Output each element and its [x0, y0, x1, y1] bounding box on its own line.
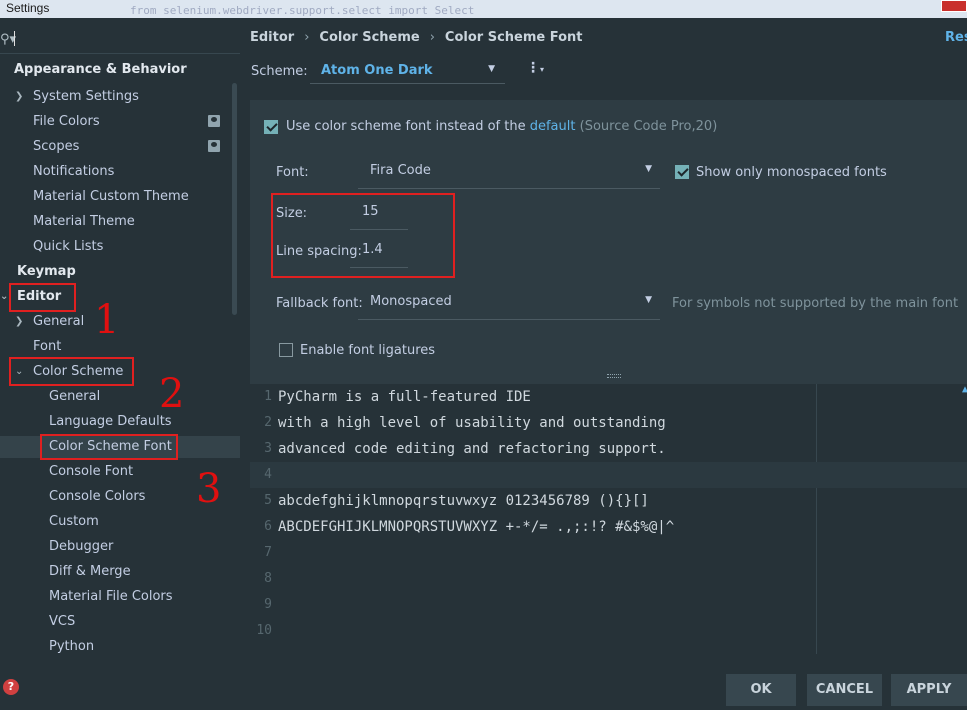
project-icon	[208, 140, 220, 152]
scheme-value: Atom One Dark	[321, 63, 433, 78]
more-options-icon[interactable]: ⋮▾	[526, 60, 544, 76]
preview-line-current: 4	[250, 462, 967, 488]
annotation-number-2: 2	[159, 371, 185, 417]
annotation-box-color-scheme	[9, 357, 134, 386]
close-button[interactable]	[941, 0, 967, 12]
breadcrumb-separator: ›	[429, 30, 435, 45]
tree-diff-merge[interactable]: Diff & Merge	[0, 561, 240, 583]
tree-quick-lists[interactable]: Quick Lists	[0, 236, 240, 258]
apply-button[interactable]: APPLY	[891, 674, 967, 706]
tree-material-theme[interactable]: Material Theme	[0, 211, 240, 233]
tree-language-defaults[interactable]: Language Defaults	[0, 411, 240, 433]
settings-content-panel: Editor › Color Scheme › Color Scheme Font Re…	[250, 18, 967, 710]
breadcrumb-color-scheme-font: Color Scheme Font	[444, 30, 583, 45]
tree-material-custom-theme[interactable]: Material Custom Theme	[0, 186, 240, 208]
breadcrumb-separator: ›	[304, 30, 310, 45]
chevron-right-icon: ❯	[15, 91, 24, 102]
preview-line: 10	[256, 623, 272, 638]
fallback-font-value: Monospaced	[370, 294, 452, 309]
ligatures-checkbox[interactable]	[279, 343, 293, 357]
reset-link[interactable]: Res	[945, 30, 967, 45]
scheme-dropdown[interactable]: Atom One Dark ▼	[310, 58, 505, 84]
chevron-right-icon: ❯	[15, 316, 24, 327]
tree-general[interactable]: ❯ General	[0, 311, 240, 333]
cancel-button[interactable]: CANCEL	[807, 674, 882, 706]
breadcrumb-editor: Editor	[250, 30, 295, 45]
window-title: Settings	[6, 1, 50, 15]
tree-appearance-behavior[interactable]: Appearance & Behavior	[0, 59, 240, 81]
preview-line: 1 PyCharm is a full-featured IDE	[264, 389, 531, 405]
project-icon	[208, 115, 220, 127]
show-monospaced-checkbox[interactable]	[675, 165, 689, 179]
tree-system-settings[interactable]: ❯ System Settings	[0, 86, 240, 108]
font-settings-panel: Use color scheme font instead of the def…	[250, 100, 967, 384]
ligatures-label: Enable font ligatures	[300, 343, 436, 358]
search-cursor	[14, 31, 15, 46]
splitter-handle[interactable]	[607, 374, 621, 378]
dropdown-arrow-icon: ▼	[488, 64, 495, 74]
preview-line: 9	[264, 597, 272, 612]
tree-cs-general[interactable]: General	[0, 386, 240, 408]
tree-python[interactable]: Python	[0, 636, 240, 658]
help-icon[interactable]: ?	[3, 679, 19, 695]
show-monospaced-label: Show only monospaced fonts	[696, 165, 887, 180]
preview-line: 8	[264, 571, 272, 586]
tree-custom[interactable]: Custom	[0, 511, 240, 533]
breadcrumb: Editor › Color Scheme › Color Scheme Font	[250, 30, 583, 45]
font-value: Fira Code	[370, 163, 431, 178]
tree-file-colors[interactable]: File Colors	[0, 111, 240, 133]
dropdown-arrow-icon: ▼	[645, 295, 652, 305]
tree-notifications[interactable]: Notifications	[0, 161, 240, 183]
annotation-box-editor	[9, 283, 76, 312]
background-code: from selenium.webdriver.support.select i…	[130, 4, 475, 17]
font-preview-editor[interactable]: ▲ 1 PyCharm is a full-featured IDE 2 with …	[250, 384, 967, 654]
preview-line: 6 ABCDEFGHIJKLMNOPQRSTUVWXYZ +-*/= .,;:!?…	[264, 519, 675, 535]
preview-line: 5 abcdefghijklmnopqrstuvwxyz 0123456789 (…	[264, 493, 649, 509]
scheme-label: Scheme:	[251, 64, 308, 79]
settings-tree-panel: ⚲▾ Appearance & Behavior ❯ System Setting…	[0, 18, 240, 710]
annotation-number-1: 1	[94, 297, 120, 343]
fallback-font-label: Fallback font:	[276, 296, 363, 311]
font-dropdown[interactable]: Fira Code ▼	[358, 159, 660, 189]
tree-scrollbar[interactable]	[232, 83, 237, 315]
tree-vcs[interactable]: VCS	[0, 611, 240, 633]
search-field[interactable]: ⚲▾	[0, 28, 240, 54]
annotation-number-3: 3	[196, 466, 222, 512]
annotation-box-color-scheme-font	[40, 434, 178, 460]
tree-debugger[interactable]: Debugger	[0, 536, 240, 558]
fallback-font-hint: For symbols not supported by the main fo…	[672, 296, 959, 311]
breadcrumb-color-scheme: Color Scheme	[319, 30, 420, 45]
fallback-font-dropdown[interactable]: Monospaced ▼	[358, 290, 660, 320]
use-scheme-font-checkbox[interactable]	[264, 120, 278, 134]
use-scheme-font-label: Use color scheme font instead of the def…	[286, 119, 718, 134]
font-label: Font:	[276, 165, 309, 180]
tree-keymap[interactable]: Keymap	[0, 261, 240, 283]
chevron-down-icon: ⌄	[0, 291, 9, 302]
default-link[interactable]: default	[530, 119, 576, 134]
preview-line: 2 with a high level of usability and outs…	[264, 415, 666, 431]
title-bar: Settings from selenium.webdriver.support…	[0, 0, 967, 18]
ok-button[interactable]: OK	[726, 674, 796, 706]
tree-scopes[interactable]: Scopes	[0, 136, 240, 158]
preview-line: 7	[264, 545, 272, 560]
tree-font[interactable]: Font	[0, 336, 240, 358]
annotation-box-size	[271, 193, 455, 278]
dropdown-arrow-icon: ▼	[645, 164, 652, 174]
tree-material-file-colors[interactable]: Material File Colors	[0, 586, 240, 608]
preview-line: 3 advanced code editing and refactoring s…	[264, 441, 666, 457]
